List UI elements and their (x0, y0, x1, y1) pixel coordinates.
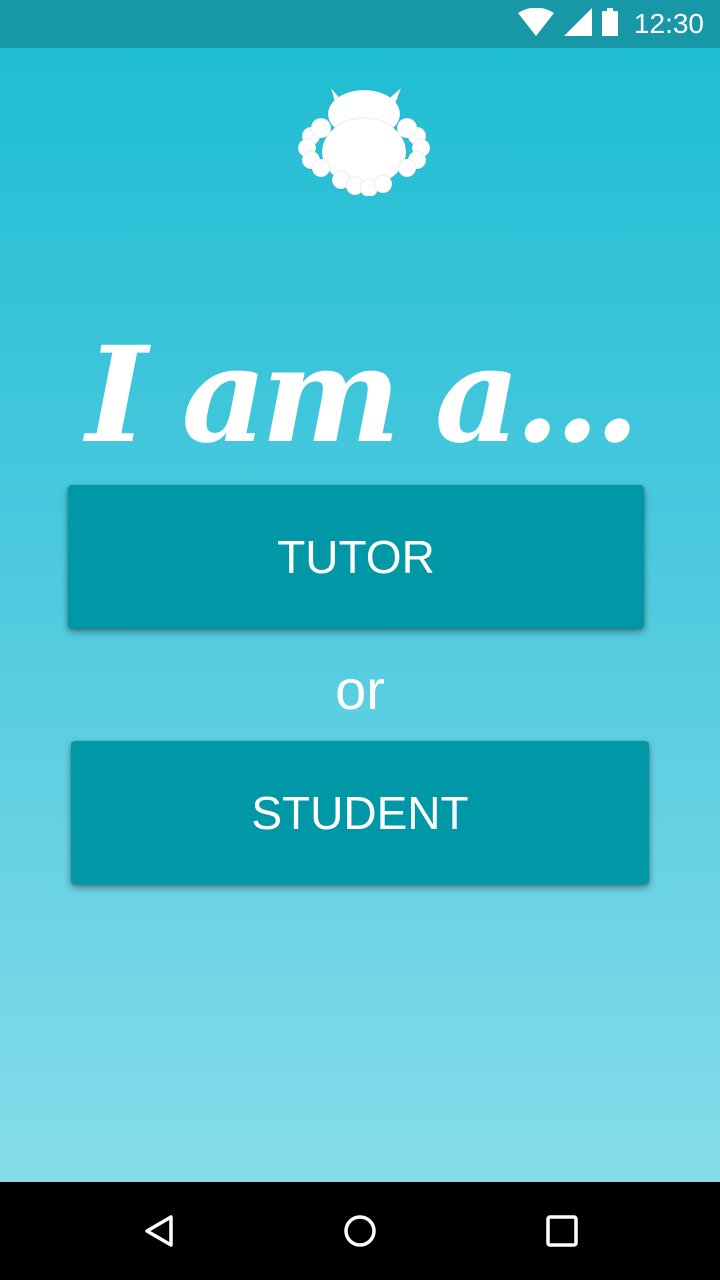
screen: 12:30 I am a... TUTOR or STUDENT (0, 0, 720, 1280)
main-content: I am a... TUTOR or STUDENT (0, 48, 720, 1182)
status-time: 12:30 (633, 8, 704, 39)
page-title: I am a... (85, 318, 640, 473)
or-separator: or (335, 658, 385, 721)
owl-icon (297, 84, 431, 198)
wifi-icon (517, 7, 554, 41)
tutor-button-label: TUTOR (277, 530, 435, 583)
signal-icon (563, 7, 592, 41)
navigation-bar (0, 1182, 720, 1280)
tutor-button[interactable]: TUTOR (68, 485, 644, 628)
student-button-label: STUDENT (251, 786, 469, 839)
student-button[interactable]: STUDENT (71, 741, 649, 884)
status-icons: 12:30 (517, 0, 704, 48)
home-icon[interactable] (335, 1206, 385, 1256)
status-bar: 12:30 (0, 0, 720, 48)
recents-icon[interactable] (537, 1206, 587, 1256)
battery-icon (601, 7, 618, 41)
back-icon[interactable] (134, 1206, 184, 1256)
